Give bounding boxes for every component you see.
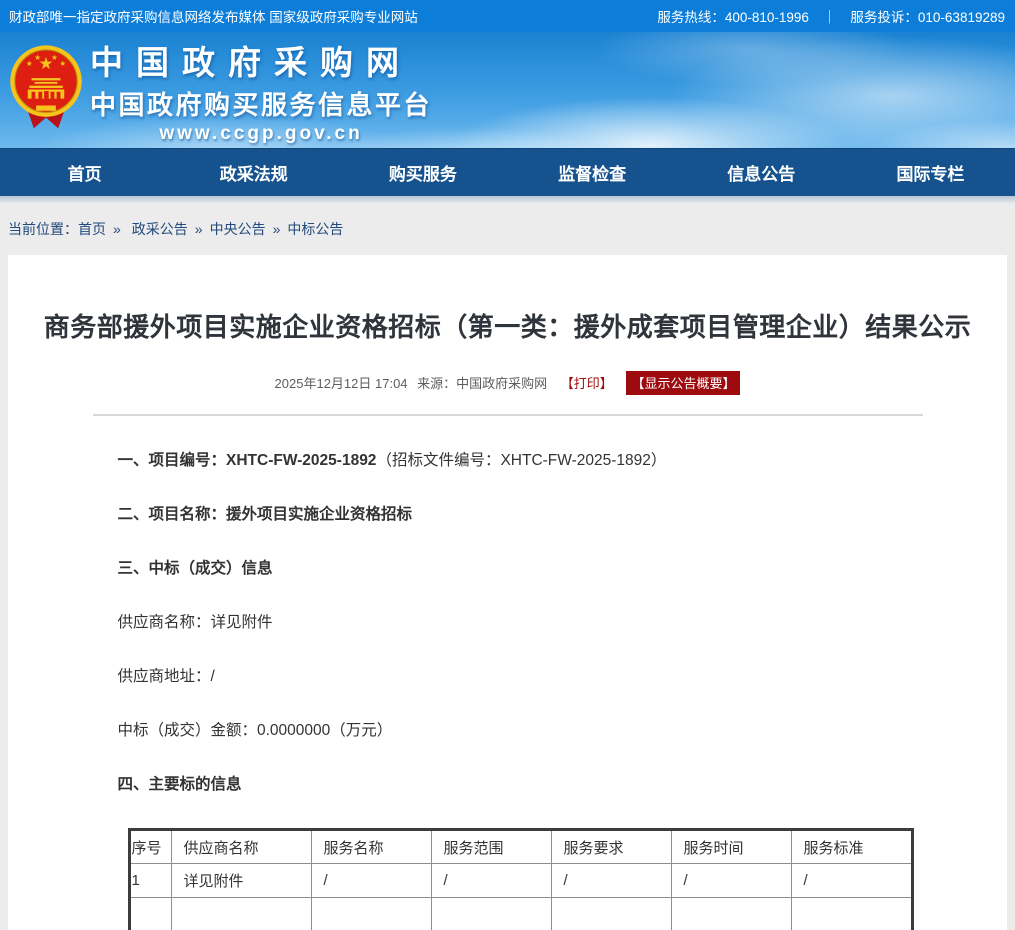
show-summary-button[interactable]: 【显示公告概要】 <box>626 371 740 395</box>
publish-datetime: 2025年12月12日 17:04 <box>275 376 408 391</box>
breadcrumb-prefix: 当前位置： <box>8 219 78 239</box>
nav-item-supervision[interactable]: 监督检查 <box>508 149 677 196</box>
bid-info-table: 序号 供应商名称 服务名称 服务范围 服务要求 服务时间 服务标准 1 详见附件 <box>128 828 914 930</box>
breadcrumb: 当前位置： 首页 » 政采公告 » 中央公告 » 中标公告 <box>0 203 1015 255</box>
nav-item-purchase-services[interactable]: 购买服务 <box>338 149 507 196</box>
topbar: 财政部唯一指定政府采购信息网络发布媒体 国家级政府采购专业网站 服务热线：400… <box>0 0 1015 32</box>
article-title: 商务部援外项目实施企业资格招标（第一类：援外成套项目管理企业）结果公示 <box>8 255 1007 344</box>
nav-divider <box>0 196 1015 203</box>
svg-text:★: ★ <box>34 53 41 62</box>
article-meta: 2025年12月12日 17:04 来源：中国政府采购网 【打印】 【显示公告概… <box>8 371 1007 395</box>
table-header-index: 序号 <box>129 830 171 864</box>
title-divider <box>93 414 923 416</box>
paragraph-award-amount: 中标（成交）金额：0.0000000（万元） <box>93 720 923 742</box>
site-header: ★ ★ ★ ★ ★ 中国政府采购网 中国政府购买服务信息平台 www.ccgp.… <box>0 32 1015 148</box>
nav-item-announcements[interactable]: 信息公告 <box>677 149 846 196</box>
breadcrumb-item-central-announcements[interactable]: 中央公告 <box>210 219 266 239</box>
table-header-supplier-name: 供应商名称 <box>171 830 311 864</box>
table-row: 1 详见附件 / / / / / <box>129 864 912 898</box>
paragraph-supplier-address: 供应商地址：/ <box>93 666 923 688</box>
paragraph-main-subject-heading: 四、主要标的信息 <box>93 774 923 796</box>
paragraph-award-info-heading: 三、中标（成交）信息 <box>93 558 923 580</box>
print-button[interactable]: 【打印】 <box>561 376 613 391</box>
main-nav: 首页 政采法规 购买服务 监督检查 信息公告 国际专栏 <box>0 148 1015 196</box>
paragraph-supplier-name: 供应商名称：详见附件 <box>93 612 923 634</box>
article-body: 一、项目编号：XHTC-FW-2025-1892（招标文件编号：XHTC-FW-… <box>93 450 923 930</box>
service-hotline: 服务热线：400-810-1996 <box>657 6 809 26</box>
breadcrumb-separator: » <box>113 221 121 237</box>
page: 财政部唯一指定政府采购信息网络发布媒体 国家级政府采购专业网站 服务热线：400… <box>0 0 1015 930</box>
table-header-service-name: 服务名称 <box>311 830 431 864</box>
breadcrumb-separator: » <box>195 221 203 237</box>
topbar-slogan: 财政部唯一指定政府采购信息网络发布媒体 国家级政府采购专业网站 <box>9 6 418 26</box>
table-header-row: 序号 供应商名称 服务名称 服务范围 服务要求 服务时间 服务标准 <box>129 830 912 864</box>
breadcrumb-separator: » <box>273 221 281 237</box>
content-area: 商务部援外项目实施企业资格招标（第一类：援外成套项目管理企业）结果公示 2025… <box>0 255 1015 930</box>
table-header-service-requirements: 服务要求 <box>551 830 671 864</box>
breadcrumb-item-home[interactable]: 首页 <box>78 219 106 239</box>
table-header-service-scope: 服务范围 <box>431 830 551 864</box>
nav-item-international[interactable]: 国际专栏 <box>846 149 1015 196</box>
topbar-separator: ｜ <box>823 6 837 26</box>
nav-item-home[interactable]: 首页 <box>0 149 169 196</box>
article-source: 来源：中国政府采购网 <box>417 376 547 391</box>
paragraph-project-number: 一、项目编号：XHTC-FW-2025-1892（招标文件编号：XHTC-FW-… <box>93 450 923 472</box>
service-complaint: 服务投诉：010-63819289 <box>850 6 1005 26</box>
site-name: 中国政府采购网 <box>90 36 432 84</box>
breadcrumb-item-award-announcements[interactable]: 中标公告 <box>287 219 343 239</box>
svg-text:★: ★ <box>51 53 58 62</box>
table-header-service-standard: 服务标准 <box>791 830 912 864</box>
nav-item-regulations[interactable]: 政采法规 <box>169 149 338 196</box>
table-row-empty <box>129 898 912 930</box>
paragraph-project-name: 二、项目名称：援外项目实施企业资格招标 <box>93 504 923 526</box>
svg-text:★: ★ <box>26 59 33 68</box>
article-panel: 商务部援外项目实施企业资格招标（第一类：援外成套项目管理企业）结果公示 2025… <box>8 255 1007 930</box>
breadcrumb-item-procurement-announcements[interactable]: 政采公告 <box>132 219 188 239</box>
table-header-service-time: 服务时间 <box>671 830 791 864</box>
site-title-block: 中国政府采购网 中国政府购买服务信息平台 www.ccgp.gov.cn <box>90 36 432 145</box>
topbar-contacts: 服务热线：400-810-1996 ｜ 服务投诉：010-63819289 <box>657 6 1005 26</box>
national-emblem-icon[interactable]: ★ ★ ★ ★ ★ <box>8 43 84 141</box>
site-url[interactable]: www.ccgp.gov.cn <box>90 123 432 145</box>
svg-text:★: ★ <box>59 59 66 68</box>
platform-name: 中国政府购买服务信息平台 <box>90 85 432 122</box>
